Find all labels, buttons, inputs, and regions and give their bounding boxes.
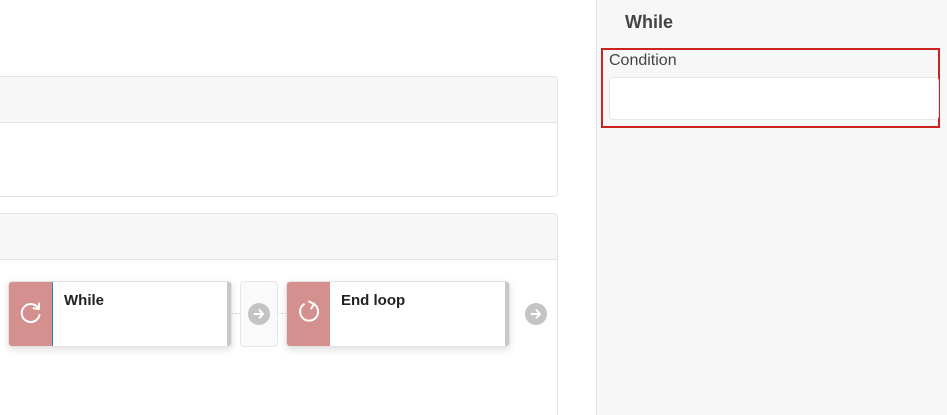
arrow-right-icon[interactable] [525,303,547,325]
panel-title: While [625,12,673,32]
step-body: While [52,282,231,346]
condition-label: Condition [609,52,677,69]
step-icon-container [287,282,330,346]
end-loop-icon [296,299,322,330]
properties-panel: While Condition [596,0,947,415]
condition-input[interactable] [609,77,939,120]
step-body: End loop [330,282,509,346]
step-end-loop[interactable]: End loop [286,281,510,347]
workflow-editor: While End loop While Condition [0,0,947,415]
flow-canvas: While End loop [0,0,596,415]
step-label: End loop [341,292,406,309]
step-label: While [64,292,104,309]
step-while[interactable]: While [8,281,232,347]
top-panel-header [0,77,557,123]
loop-icon [18,299,44,330]
arrow-right-icon [248,303,270,325]
step-icon-container [9,282,52,346]
flow-panel-header [0,214,557,260]
top-panel [0,76,558,197]
insert-step-slot[interactable] [240,281,278,347]
